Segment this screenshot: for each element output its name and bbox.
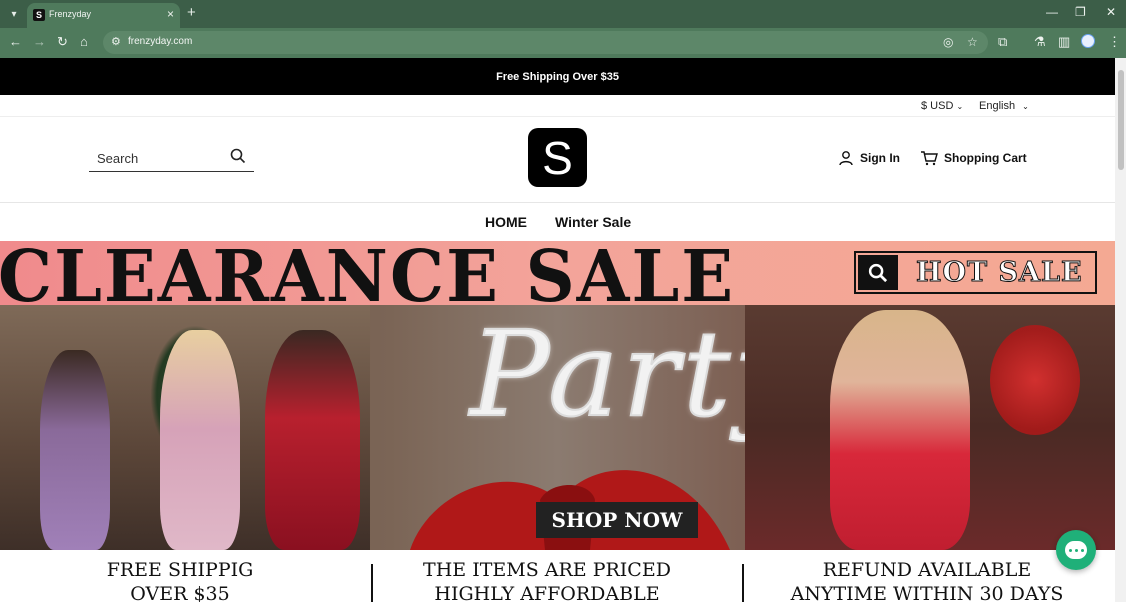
cart-label: Shopping Cart [944, 151, 1027, 165]
close-window-icon[interactable]: ✕ [1106, 5, 1116, 19]
tab-search-icon[interactable]: ▾ [5, 5, 23, 23]
model-photo [160, 330, 240, 550]
party-hero-banner[interactable]: Party SHOP NOW [0, 305, 1115, 550]
site-header: Search S Sign In Shopping Cart [0, 117, 1115, 203]
nav-winter-sale[interactable]: Winter Sale [555, 214, 631, 230]
search-placeholder: Search [97, 151, 139, 166]
menu-kebab-icon[interactable]: ⋮ [1108, 34, 1121, 50]
currency-selector[interactable]: $ USD ⌄ [921, 100, 963, 112]
divider [742, 564, 744, 602]
minimize-icon[interactable]: — [1046, 5, 1058, 19]
feature-free-shipping: FREE SHIPPIG OVER $35 [0, 558, 360, 602]
party-photo-right [745, 305, 1115, 550]
shop-now-button[interactable]: SHOP NOW [536, 502, 698, 538]
web-page: Free Shipping Over $35 $ USD ⌄ English ⌄… [0, 58, 1115, 602]
browser-toolbar: ← → ↻ ⌂ ⚙ frenzyday.com ◎ ☆ ⧉ ⚗ ▥ ⋮ [0, 28, 1126, 58]
new-tab-icon[interactable]: + [187, 4, 196, 21]
feature-subtitle: ANYTIME WITHIN 30 DAYS [790, 583, 1064, 602]
browser-tab[interactable]: S Frenzyday × [27, 3, 180, 28]
model-photo [830, 310, 970, 550]
profile-avatar[interactable] [1081, 34, 1095, 48]
utility-bar: $ USD ⌄ English ⌄ [0, 95, 1115, 117]
favicon-icon: S [33, 9, 45, 21]
extensions-icon[interactable]: ⧉ [998, 34, 1007, 50]
language-selector[interactable]: English ⌄ [979, 100, 1029, 112]
side-panel-icon[interactable]: ▥ [1058, 34, 1070, 50]
feature-title: FREE SHIPPIG [106, 559, 254, 581]
search-input[interactable]: Search [89, 146, 254, 172]
labs-icon[interactable]: ⚗ [1034, 34, 1046, 50]
site-logo[interactable]: S [528, 128, 587, 187]
chevron-down-icon: ⌄ [1022, 102, 1029, 111]
back-icon[interactable]: ← [9, 34, 22, 49]
browser-tab-bar: ▾ S Frenzyday × + — ❐ ✕ [0, 0, 1126, 28]
hot-sale-label: HOT SALE [916, 257, 1083, 289]
home-icon[interactable]: ⌂ [80, 34, 88, 49]
chat-button[interactable] [1056, 530, 1096, 570]
clearance-sale-banner[interactable]: CLEARANCE SALE HOT SALE [0, 241, 1115, 305]
shopping-cart-link[interactable]: Shopping Cart [920, 150, 1027, 166]
main-navigation: HOME Winter Sale [0, 203, 1115, 241]
cocktail-glass-decor [990, 325, 1080, 435]
scrollbar-thumb[interactable] [1118, 70, 1124, 170]
cart-icon [921, 151, 938, 166]
chevron-down-icon: ⌄ [956, 102, 964, 111]
clearance-sale-text: CLEARANCE SALE [0, 241, 736, 305]
tab-title: Frenzyday [49, 9, 92, 19]
language-label: English [979, 100, 1016, 112]
model-photo [40, 350, 110, 550]
feature-title: THE ITEMS ARE PRICED [423, 559, 671, 581]
feature-subtitle: HIGHLY AFFORDABLE [434, 583, 660, 602]
restore-icon[interactable]: ❐ [1075, 5, 1086, 19]
search-icon [858, 255, 898, 290]
page-scrollbar[interactable] [1115, 58, 1126, 602]
address-bar[interactable]: ⚙ frenzyday.com ◎ ☆ [103, 31, 988, 54]
feature-subtitle: OVER $35 [130, 583, 230, 602]
announcement-bar: Free Shipping Over $35 [0, 58, 1115, 95]
search-icon[interactable] [230, 148, 246, 164]
feature-title: REFUND AVAILABLE [822, 559, 1032, 581]
url-text[interactable]: frenzyday.com [128, 36, 192, 47]
tab-close-icon[interactable]: × [167, 7, 174, 21]
currency-label: $ USD [921, 100, 954, 112]
bookmark-star-icon[interactable]: ☆ [967, 35, 978, 49]
feature-affordable: THE ITEMS ARE PRICED HIGHLY AFFORDABLE [367, 558, 727, 602]
sign-in-label: Sign In [860, 151, 900, 165]
feature-refund: REFUND AVAILABLE ANYTIME WITHIN 30 DAYS [747, 558, 1107, 602]
hot-sale-button[interactable]: HOT SALE [854, 251, 1097, 294]
features-strip: FREE SHIPPIG OVER $35 THE ITEMS ARE PRIC… [0, 550, 1115, 602]
sign-in-link[interactable]: Sign In [838, 150, 900, 166]
party-photo-left [0, 305, 370, 550]
forward-icon[interactable]: → [33, 34, 46, 49]
model-photo [265, 330, 360, 550]
chat-icon [1065, 541, 1087, 559]
reload-icon[interactable]: ↻ [57, 34, 68, 50]
nav-home[interactable]: HOME [485, 214, 527, 230]
user-icon [839, 151, 853, 166]
eye-off-icon[interactable]: ◎ [943, 35, 953, 49]
site-info-icon[interactable]: ⚙ [111, 35, 121, 48]
